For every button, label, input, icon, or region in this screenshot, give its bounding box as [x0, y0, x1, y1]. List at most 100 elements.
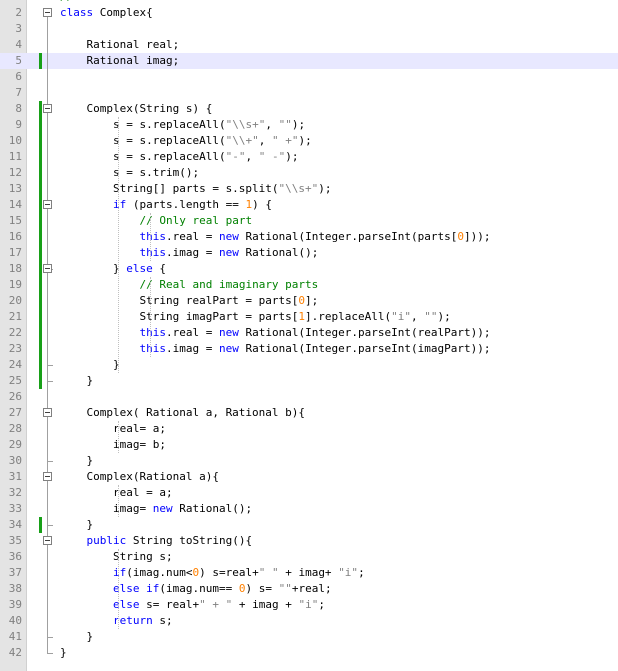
code-text: this.imag = new Rational(Integer.parseIn…: [139, 342, 491, 355]
code-text: Complex(String s) {: [60, 102, 213, 115]
code-line[interactable]: 42}: [0, 645, 618, 661]
code-line[interactable]: 10 s = s.replaceAll("\\+", " +");: [0, 133, 618, 149]
code-text: s = s.replaceAll("\\+", " +");: [60, 134, 312, 147]
code-line[interactable]: 14 if (parts.length == 1) {: [0, 197, 618, 213]
code-line[interactable]: 15 // Only real part: [0, 213, 618, 229]
line-number: 35: [8, 534, 22, 547]
indent-guide: [118, 421, 119, 453]
code-line[interactable]: 19 // Real and imaginary parts: [0, 277, 618, 293]
code-text: // Real and imaginary parts: [139, 278, 319, 291]
line-number: 10: [8, 134, 22, 147]
line-number: 31: [8, 470, 22, 483]
code-line[interactable]: 11 s = s.replaceAll("-", " -");: [0, 149, 618, 165]
code-text: }: [60, 358, 120, 371]
code-text: s = s.replaceAll("\\s+", "");: [60, 118, 306, 131]
line-number: 33: [8, 502, 22, 515]
code-line[interactable]: 6: [0, 69, 618, 85]
line-number: 22: [8, 326, 22, 339]
code-text: if (parts.length == 1) {: [112, 198, 272, 211]
fold-toggle-icon[interactable]: [43, 104, 52, 113]
code-line[interactable]: 12 s = s.trim();: [0, 165, 618, 181]
line-number: 21: [8, 310, 22, 323]
indent-guide: [150, 277, 151, 357]
fold-end-marker: [47, 637, 53, 638]
code-line[interactable]: 9 s = s.replaceAll("\\s+", "");: [0, 117, 618, 133]
line-number: 7: [15, 86, 22, 99]
line-number: 29: [8, 438, 22, 451]
indent-guide: [118, 117, 119, 373]
fold-toggle-icon[interactable]: [43, 472, 52, 481]
code-line[interactable]: 2 class Complex{: [0, 5, 618, 21]
line-number: 28: [8, 422, 22, 435]
line-number: 39: [8, 598, 22, 611]
code-text: } else {: [60, 262, 166, 275]
code-line[interactable]: 21 String imagPart = parts[1].replaceAll…: [0, 309, 618, 325]
code-text: }: [60, 518, 94, 531]
code-line[interactable]: 40 return s;: [0, 613, 618, 629]
code-text: }: [60, 454, 94, 467]
fold-range-line: [47, 481, 48, 525]
change-marker: [39, 101, 42, 389]
code-text: Complex( Rational a, Rational b){: [60, 406, 306, 419]
code-line[interactable]: 4 Rational real;: [0, 37, 618, 53]
code-line[interactable]: 7: [0, 85, 618, 101]
code-line[interactable]: 35 public String toString(){: [0, 533, 618, 549]
code-line[interactable]: 16 this.real = new Rational(Integer.pars…: [0, 229, 618, 245]
code-line[interactable]: 32 real = a;: [0, 485, 618, 501]
line-number: 23: [8, 342, 22, 355]
code-line[interactable]: 26: [0, 389, 618, 405]
fold-toggle-icon[interactable]: [43, 536, 52, 545]
code-text: if(imag.num<0) s=real+" " + imag+ "i";: [112, 566, 365, 579]
code-text: public String toString(){: [86, 534, 253, 547]
code-line[interactable]: 39 else s= real+" + " + imag + "i";: [0, 597, 618, 613]
code-text: String[] parts = s.split("\\s+");: [60, 182, 332, 195]
line-number: 37: [8, 566, 22, 579]
code-line[interactable]: 36 String s;: [0, 549, 618, 565]
fold-end-marker: [47, 653, 53, 654]
current-line[interactable]: 5 Rational imag;: [0, 53, 618, 69]
code-line[interactable]: 34 }: [0, 517, 618, 533]
code-line[interactable]: 28 real= a;: [0, 421, 618, 437]
line-number: 27: [8, 406, 22, 419]
code-editor[interactable]: // Class Code2class Complex{34 Rational …: [0, 0, 618, 671]
fold-toggle-icon[interactable]: [43, 8, 52, 17]
fold-end-marker: [47, 525, 53, 526]
code-text: real = a;: [60, 486, 173, 499]
code-line[interactable]: 25 }: [0, 373, 618, 389]
code-line[interactable]: 18 } else {: [0, 261, 618, 277]
fold-range-line: [47, 209, 48, 269]
code-line[interactable]: 37 if(imag.num<0) s=real+" " + imag+ "i"…: [0, 565, 618, 581]
line-number: 5: [15, 54, 22, 67]
code-line[interactable]: 33 imag= new Rational();: [0, 501, 618, 517]
code-line[interactable]: 30 }: [0, 453, 618, 469]
line-number: 13: [8, 182, 22, 195]
fold-toggle-icon[interactable]: [43, 408, 52, 417]
indent-guide: [150, 213, 151, 261]
line-number: 16: [8, 230, 22, 243]
line-number: 20: [8, 294, 22, 307]
fold-toggle-icon[interactable]: [43, 200, 52, 209]
code-line[interactable]: 17 this.imag = new Rational();: [0, 245, 618, 261]
code-line[interactable]: 38 else if(imag.num== 0) s= ""+real;: [0, 581, 618, 597]
fold-toggle-icon[interactable]: [43, 264, 52, 273]
code-line[interactable]: 41 }: [0, 629, 618, 645]
code-line[interactable]: 27 Complex( Rational a, Rational b){: [0, 405, 618, 421]
code-text: this.real = new Rational(Integer.parseIn…: [139, 230, 491, 243]
code-line[interactable]: 20 String realPart = parts[0];: [0, 293, 618, 309]
indent-guide: [118, 549, 119, 629]
code-line[interactable]: 23 this.imag = new Rational(Integer.pars…: [0, 341, 618, 357]
code-line[interactable]: 24 }: [0, 357, 618, 373]
code-text: class Complex{: [60, 6, 153, 19]
line-number: 12: [8, 166, 22, 179]
code-line[interactable]: 13 String[] parts = s.split("\\s+");: [0, 181, 618, 197]
code-text: this.imag = new Rational();: [139, 246, 319, 259]
line-number: 32: [8, 486, 22, 499]
code-text: imag= b;: [60, 438, 166, 451]
fold-end-marker: [47, 381, 53, 382]
line-number: 41: [8, 630, 22, 643]
code-line[interactable]: 31 Complex(Rational a){: [0, 469, 618, 485]
code-line[interactable]: 8 Complex(String s) {: [0, 101, 618, 117]
code-line[interactable]: 3: [0, 21, 618, 37]
code-line[interactable]: 29 imag= b;: [0, 437, 618, 453]
code-line[interactable]: 22 this.real = new Rational(Integer.pars…: [0, 325, 618, 341]
